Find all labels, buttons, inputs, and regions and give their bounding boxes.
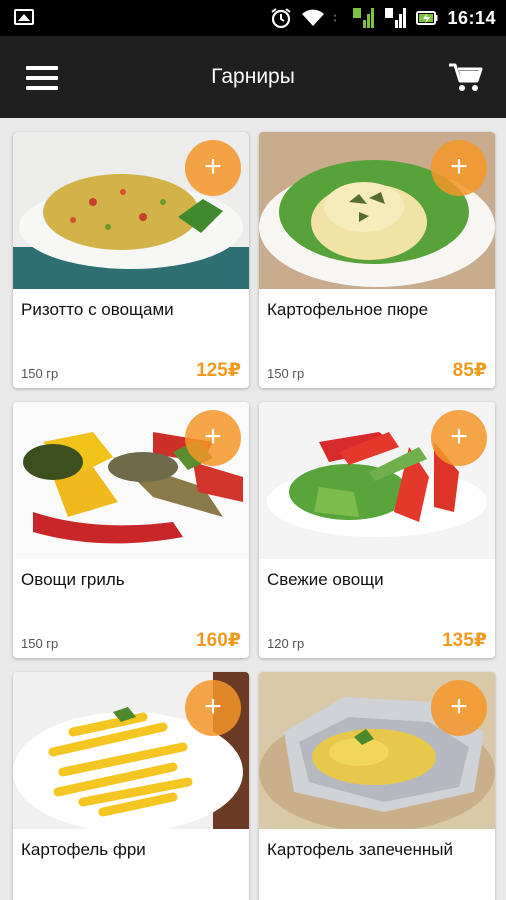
product-card[interactable]: + Овощи гриль 150 гр 160₽ — [13, 402, 249, 658]
product-weight: 120 гр — [267, 636, 305, 651]
product-price: 125₽ — [196, 360, 241, 381]
status-bar: 16:14 — [0, 0, 506, 36]
add-to-cart-button[interactable]: + — [185, 410, 241, 466]
status-icons: 16:14 — [269, 0, 496, 36]
product-price: 135₽ — [442, 630, 487, 651]
product-name: Свежие овощи — [267, 570, 384, 589]
product-name: Овощи гриль — [21, 570, 125, 589]
product-name: Картофель фри — [21, 840, 146, 859]
add-to-cart-button[interactable]: + — [431, 410, 487, 466]
page-title: Гарниры — [211, 65, 295, 88]
alarm-icon — [271, 8, 292, 29]
product-weight: 150 гр — [267, 366, 305, 381]
product-grid: + Ризотто с овощами 150 гр 125₽ + Картоф… — [0, 118, 506, 900]
product-card[interactable]: + Картофель фри — [13, 672, 249, 900]
add-to-cart-button[interactable]: + — [431, 680, 487, 736]
data-arrows-icon — [334, 14, 337, 22]
add-to-cart-button[interactable]: + — [431, 140, 487, 196]
battery-charging-icon — [416, 11, 438, 25]
app-bar: Гарниры — [0, 36, 506, 118]
product-price: 85₽ — [452, 360, 487, 381]
product-card[interactable]: + Ризотто с овощами 150 гр 125₽ — [13, 132, 249, 388]
product-card[interactable]: + Картофель запеченный — [259, 672, 495, 900]
product-name: Картофельное пюре — [267, 300, 429, 319]
product-card[interactable]: + Свежие овощи 120 гр 135₽ — [259, 402, 495, 658]
product-price: 160₽ — [196, 630, 241, 651]
cart-icon[interactable] — [448, 62, 484, 94]
product-name: Картофель запеченный — [267, 840, 454, 859]
product-weight: 150 гр — [21, 366, 59, 381]
add-to-cart-button[interactable]: + — [185, 680, 241, 736]
wifi-icon — [302, 9, 325, 26]
product-name: Ризотто с овощами — [21, 300, 174, 319]
add-to-cart-button[interactable]: + — [185, 140, 241, 196]
gallery-notification-icon — [14, 9, 34, 25]
signal-sim1-icon — [353, 8, 375, 28]
product-weight: 150 гр — [21, 636, 59, 651]
signal-sim2-icon — [385, 8, 407, 28]
product-card[interactable]: + Картофельное пюре 150 гр 85₽ — [259, 132, 495, 388]
clock: 16:14 — [447, 7, 496, 28]
